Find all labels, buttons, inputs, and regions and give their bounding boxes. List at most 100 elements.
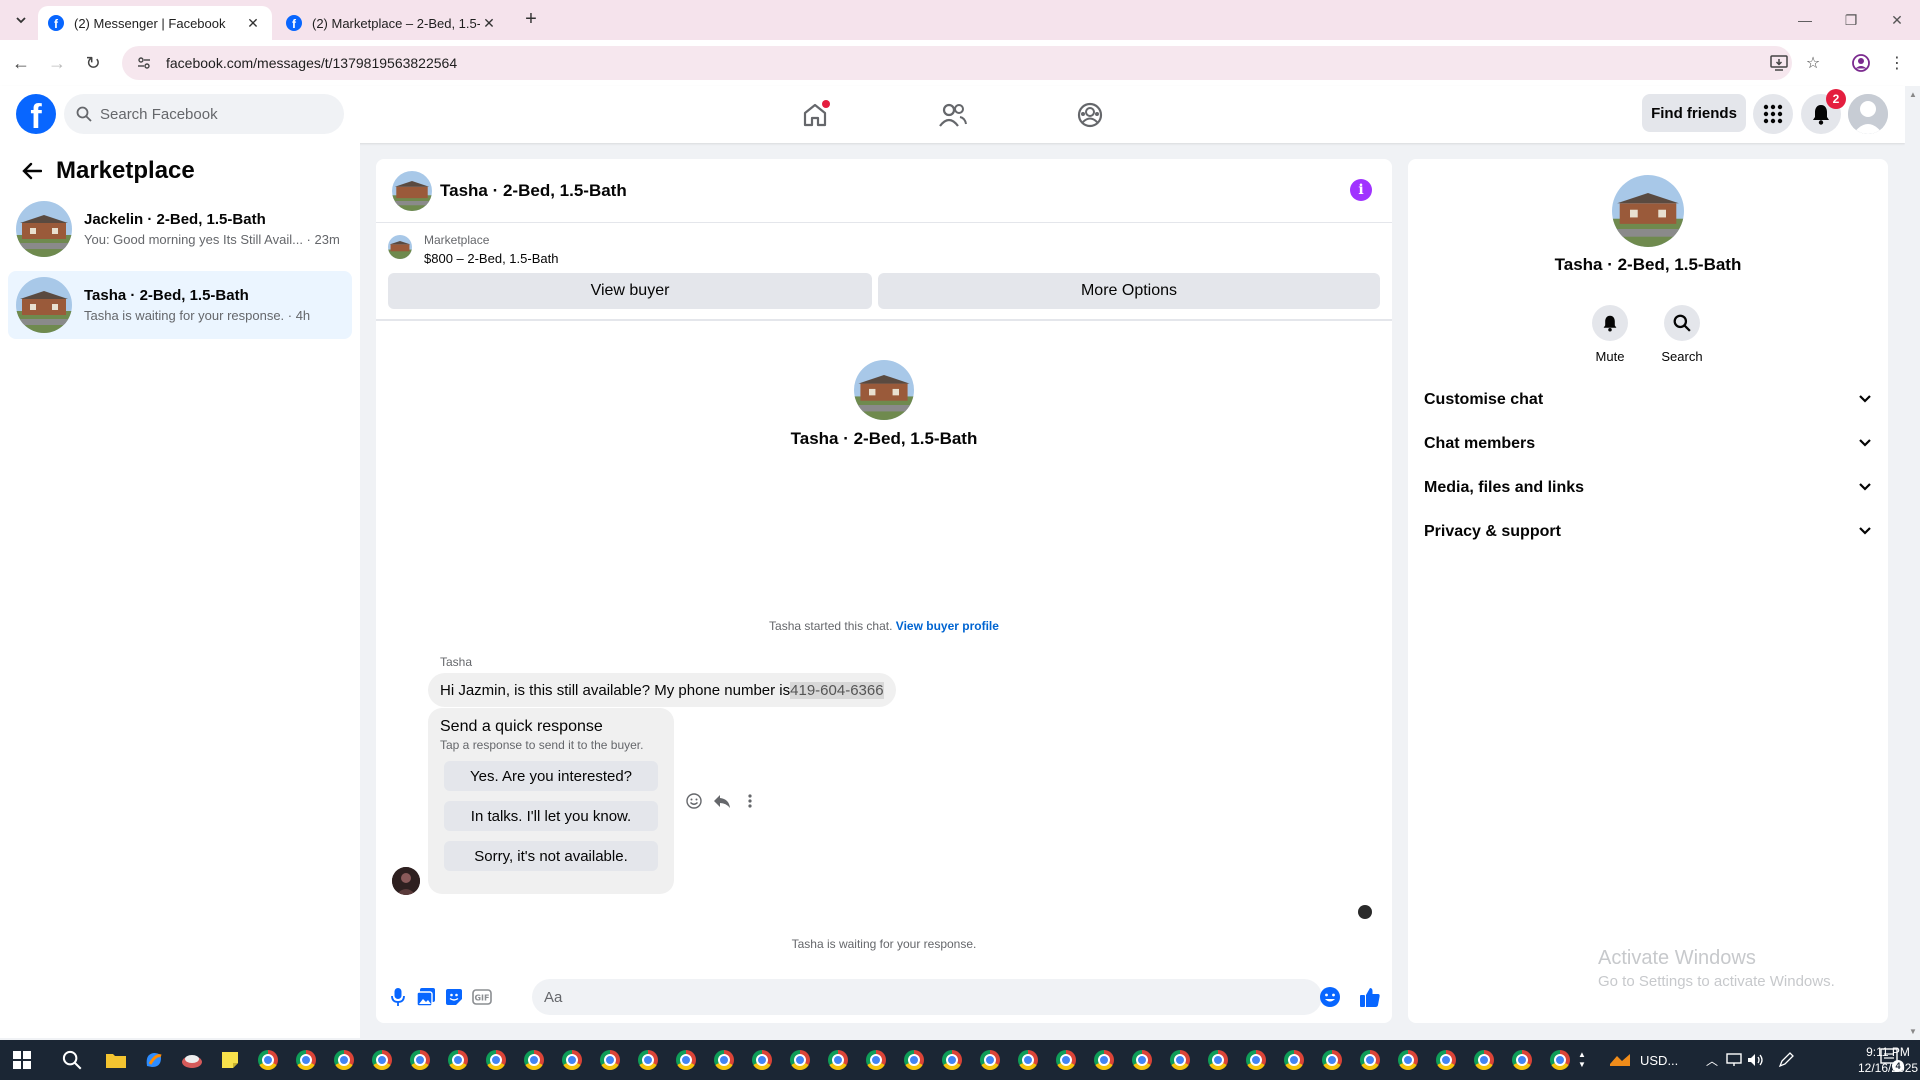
photo-attach-icon[interactable] [414, 985, 438, 1009]
chrome-icon[interactable] [712, 1048, 736, 1072]
quick-response-yes-button[interactable]: Yes. Are you interested? [444, 761, 658, 791]
section-privacy-support[interactable]: Privacy & support [1424, 514, 1872, 550]
conversation-item-tasha[interactable]: Tasha · 2-Bed, 1.5-Bath Tasha is waiting… [8, 271, 352, 339]
chrome-icon[interactable] [674, 1048, 698, 1072]
thumbs-up-icon[interactable] [1358, 985, 1382, 1009]
app-icon[interactable] [180, 1048, 204, 1072]
facebook-search-input[interactable]: Search Facebook [64, 94, 344, 134]
tray-overflow-chevron-icon[interactable]: ︿ [1700, 1048, 1724, 1072]
restore-window-icon[interactable]: ❐ [1836, 8, 1866, 32]
chrome-icon[interactable] [484, 1048, 508, 1072]
chrome-icon[interactable] [1510, 1048, 1534, 1072]
scroll-down-icon[interactable]: ▼ [1909, 1027, 1917, 1036]
chrome-icon[interactable] [1016, 1048, 1040, 1072]
facebook-logo-icon[interactable]: f [16, 94, 56, 134]
tab-search-menu-icon[interactable] [10, 9, 32, 31]
quick-response-not-available-button[interactable]: Sorry, it's not available. [444, 841, 658, 871]
back-icon[interactable]: ← [8, 50, 34, 76]
chrome-icon[interactable] [788, 1048, 812, 1072]
install-app-icon[interactable] [1768, 52, 1790, 74]
reload-icon[interactable]: ↻ [80, 50, 106, 76]
site-info-icon[interactable] [136, 55, 152, 71]
chrome-icon[interactable] [750, 1048, 774, 1072]
volume-icon[interactable] [1744, 1048, 1768, 1072]
message-input[interactable]: Aa [532, 979, 1322, 1015]
chrome-icon[interactable] [560, 1048, 584, 1072]
browser-tab-marketplace[interactable]: f (2) Marketplace – 2-Bed, 1.5-Ba ✕ [276, 6, 508, 40]
find-friends-button[interactable]: Find friends [1642, 94, 1746, 132]
more-options-button[interactable]: More Options [878, 273, 1380, 309]
microphone-icon[interactable] [386, 985, 410, 1009]
gif-icon[interactable]: GIF [470, 985, 494, 1009]
chrome-icon[interactable] [826, 1048, 850, 1072]
chrome-icon[interactable] [1206, 1048, 1230, 1072]
chrome-icon[interactable] [332, 1048, 356, 1072]
search-in-chat-button[interactable]: Search [1652, 305, 1712, 364]
browser-menu-icon[interactable]: ⋮ [1886, 52, 1908, 74]
chrome-icon[interactable] [636, 1048, 660, 1072]
chrome-icon[interactable] [864, 1048, 888, 1072]
network-icon[interactable] [1722, 1048, 1746, 1072]
listing-price[interactable]: $800 – 2-Bed, 1.5-Bath [424, 251, 558, 266]
taskbar-search-icon[interactable] [60, 1048, 84, 1072]
chrome-icon[interactable] [598, 1048, 622, 1072]
sticky-notes-icon[interactable] [218, 1048, 242, 1072]
chrome-icon[interactable] [1358, 1048, 1382, 1072]
chrome-icon[interactable] [370, 1048, 394, 1072]
react-emoji-icon[interactable] [684, 791, 704, 811]
quick-response-in-talks-button[interactable]: In talks. I'll let you know. [444, 801, 658, 831]
chrome-icon[interactable] [446, 1048, 470, 1072]
chrome-icon[interactable] [1092, 1048, 1116, 1072]
account-avatar[interactable] [1848, 94, 1888, 134]
view-buyer-profile-link[interactable]: View buyer profile [896, 619, 999, 633]
reply-icon[interactable] [712, 791, 732, 811]
chrome-icon[interactable] [1282, 1048, 1306, 1072]
chrome-icon[interactable] [902, 1048, 926, 1072]
more-vertical-icon[interactable] [740, 791, 760, 811]
chrome-icon[interactable] [294, 1048, 318, 1072]
mute-button[interactable]: Mute [1580, 305, 1640, 364]
menu-grid-icon[interactable] [1753, 94, 1793, 134]
profile-icon[interactable] [1850, 52, 1872, 74]
scroll-up-icon[interactable]: ▲ [1909, 90, 1917, 99]
browser-tab-messenger[interactable]: f (2) Messenger | Facebook ✕ [38, 6, 272, 40]
chrome-icon[interactable] [1396, 1048, 1420, 1072]
new-tab-button[interactable]: + [520, 8, 542, 30]
section-media-files-links[interactable]: Media, files and links [1424, 470, 1872, 506]
friends-icon[interactable] [936, 98, 970, 132]
conversation-item-jackelin[interactable]: Jackelin · 2-Bed, 1.5-Bath You: Good mor… [8, 197, 352, 261]
chrome-icon[interactable] [522, 1048, 546, 1072]
chrome-icon[interactable] [1472, 1048, 1496, 1072]
chrome-icon[interactable] [1320, 1048, 1344, 1072]
close-tab-icon[interactable]: ✕ [244, 14, 262, 32]
close-window-icon[interactable]: ✕ [1882, 8, 1912, 32]
url-field[interactable]: facebook.com/messages/t/1379819563822564 [122, 46, 1792, 80]
currency-widget-icon[interactable] [1608, 1048, 1632, 1072]
emoji-picker-icon[interactable] [1318, 985, 1342, 1009]
pen-icon[interactable] [1774, 1048, 1798, 1072]
chrome-icon[interactable] [408, 1048, 432, 1072]
currency-widget-text[interactable]: USD... [1640, 1040, 1678, 1080]
chrome-icon[interactable] [1548, 1048, 1572, 1072]
chat-thumbnail[interactable] [392, 171, 432, 211]
close-tab-icon[interactable]: ✕ [480, 14, 498, 32]
chrome-icon[interactable] [1244, 1048, 1268, 1072]
page-scrollbar[interactable]: ▲ ▼ [1905, 86, 1920, 1040]
chat-title[interactable]: Tasha · 2-Bed, 1.5-Bath [440, 181, 627, 201]
chrome-icon[interactable] [1168, 1048, 1192, 1072]
copilot-icon[interactable] [142, 1048, 166, 1072]
chrome-icon[interactable] [256, 1048, 280, 1072]
chrome-icon[interactable] [1054, 1048, 1078, 1072]
minimize-window-icon[interactable]: — [1790, 8, 1820, 32]
sender-avatar[interactable] [392, 867, 420, 895]
section-customise-chat[interactable]: Customise chat [1424, 382, 1872, 418]
chrome-icon[interactable] [1434, 1048, 1458, 1072]
bookmark-star-icon[interactable]: ☆ [1802, 52, 1824, 74]
back-arrow-icon[interactable] [18, 157, 46, 185]
file-explorer-icon[interactable] [104, 1048, 128, 1072]
chrome-icon[interactable] [940, 1048, 964, 1072]
section-chat-members[interactable]: Chat members [1424, 426, 1872, 462]
sticker-icon[interactable] [442, 985, 466, 1009]
forward-icon[interactable]: → [44, 50, 70, 76]
view-buyer-button[interactable]: View buyer [388, 273, 872, 309]
